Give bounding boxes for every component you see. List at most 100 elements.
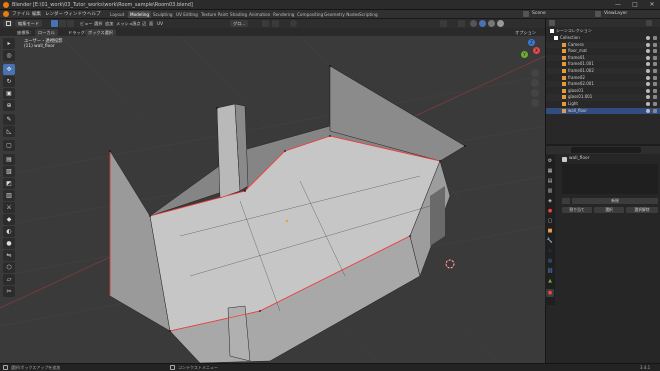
outliner-scene-collection[interactable]: シーンコレクション bbox=[546, 28, 660, 34]
3d-cursor-icon[interactable] bbox=[445, 259, 455, 269]
outliner-item-frame02[interactable]: frame02 bbox=[546, 75, 660, 81]
menu-select[interactable]: 選択 bbox=[94, 20, 102, 27]
render-camera-icon[interactable] bbox=[653, 36, 657, 40]
render-camera-icon[interactable] bbox=[653, 82, 657, 87]
render-tab-icon[interactable]: ▦ bbox=[546, 167, 554, 175]
select-button[interactable]: 選択 bbox=[594, 207, 624, 213]
render-camera-icon[interactable] bbox=[653, 42, 657, 47]
outliner-item-floor-mat[interactable]: floor_mat bbox=[546, 48, 660, 54]
add-cube-tool-icon[interactable]: ▢ bbox=[3, 140, 15, 151]
orientation-dropdown[interactable]: ローカル bbox=[35, 29, 58, 36]
menu-face[interactable]: 面 bbox=[149, 20, 153, 27]
gizmo-z-axis[interactable]: Z bbox=[528, 39, 535, 46]
workspace-tab-modeling[interactable]: Modeling bbox=[128, 11, 152, 18]
render-camera-icon[interactable] bbox=[653, 88, 657, 93]
transform-orientation-dropdown[interactable]: グロ... bbox=[230, 20, 249, 27]
outliner-item-frame01-002[interactable]: frame01.002 bbox=[546, 68, 660, 75]
material-slot-list[interactable] bbox=[562, 164, 658, 194]
particles-tab-icon[interactable]: ∴ bbox=[546, 247, 554, 255]
mode-dropdown[interactable]: 編集モード bbox=[15, 20, 42, 27]
move-tool-icon[interactable]: ✥ bbox=[3, 64, 15, 75]
visibility-eye-icon[interactable] bbox=[646, 88, 650, 93]
outliner-item-camera[interactable]: Camera bbox=[546, 41, 660, 48]
snap-icon[interactable] bbox=[272, 20, 279, 27]
visibility-eye-icon[interactable] bbox=[646, 75, 650, 80]
workspace-tab-animation[interactable]: Animation bbox=[247, 11, 272, 18]
scene-name[interactable]: Scene bbox=[532, 11, 546, 16]
render-camera-icon[interactable] bbox=[653, 49, 657, 54]
visibility-eye-icon[interactable] bbox=[646, 62, 650, 67]
menu-vertex[interactable]: 頂点 bbox=[132, 20, 140, 27]
render-camera-icon[interactable] bbox=[653, 75, 657, 80]
minimize-button[interactable]: — bbox=[610, 1, 626, 9]
gizmo-y-axis[interactable]: Y bbox=[521, 51, 528, 58]
workspace-tab-texture-paint[interactable]: Texture Paint bbox=[199, 11, 230, 18]
close-button[interactable]: ✕ bbox=[644, 1, 660, 9]
outliner-item-wall-floor[interactable]: wall_floor bbox=[546, 107, 660, 114]
material-shading-icon[interactable] bbox=[488, 20, 495, 27]
render-camera-icon[interactable] bbox=[653, 62, 657, 67]
workspace-tab-compositing[interactable]: Compositing bbox=[295, 11, 325, 18]
visibility-eye-icon[interactable] bbox=[646, 69, 650, 73]
blender-menu-icon[interactable] bbox=[3, 11, 9, 17]
wireframe-shading-icon[interactable] bbox=[470, 20, 477, 27]
loop-cut-tool-icon[interactable]: ▥ bbox=[3, 190, 15, 201]
workspace-tab-rendering[interactable]: Rendering bbox=[271, 11, 296, 18]
editor-type-button[interactable] bbox=[3, 20, 13, 27]
new-material-button[interactable]: 新規 bbox=[572, 198, 658, 204]
menu-edit[interactable]: 編集 bbox=[32, 11, 41, 17]
visibility-eye-icon[interactable] bbox=[646, 55, 650, 60]
workspace-tab-geometry-nodes[interactable]: Geometry Nodes bbox=[322, 11, 361, 18]
xray-icon[interactable] bbox=[458, 20, 465, 27]
output-tab-icon[interactable]: ▤ bbox=[546, 177, 554, 185]
pan-icon[interactable] bbox=[531, 79, 539, 87]
rip-tool-icon[interactable]: ✂ bbox=[3, 286, 15, 297]
perspective-toggle-icon[interactable] bbox=[531, 99, 539, 107]
shrink-fatten-tool-icon[interactable]: ⬡ bbox=[3, 262, 15, 273]
outliner-editor-icon[interactable] bbox=[549, 20, 555, 26]
menu-uv[interactable]: UV bbox=[157, 20, 163, 27]
properties-search[interactable] bbox=[571, 147, 641, 153]
menu-mesh[interactable]: メッシュ bbox=[116, 20, 133, 27]
cursor-tool-icon[interactable]: ◎ bbox=[3, 50, 15, 61]
outliner-item-frame01-001[interactable]: frame01.001 bbox=[546, 61, 660, 67]
visibility-eye-icon[interactable] bbox=[646, 108, 650, 113]
menu-window[interactable]: ウィンドウ bbox=[64, 11, 87, 17]
visibility-eye-icon[interactable] bbox=[646, 95, 650, 100]
visibility-eye-icon[interactable] bbox=[646, 102, 650, 106]
outliner-item-collection[interactable]: Collection bbox=[546, 35, 660, 41]
outliner-item-frame01[interactable]: frame01 bbox=[546, 54, 660, 62]
annotate-tool-icon[interactable]: ✎ bbox=[3, 114, 15, 125]
workspace-tab-sculpting[interactable]: Sculpting bbox=[151, 11, 175, 18]
menu-add[interactable]: 追加 bbox=[105, 20, 113, 27]
options-dropdown[interactable]: オプション bbox=[515, 29, 536, 36]
view-layer-tab-icon[interactable]: ▥ bbox=[546, 187, 554, 195]
vertex-select-icon[interactable] bbox=[51, 20, 58, 27]
outliner-item-glass01-001[interactable]: glass01.001 bbox=[546, 94, 660, 101]
poly-build-tool-icon[interactable]: ◆ bbox=[3, 214, 15, 225]
visibility-eye-icon[interactable] bbox=[646, 82, 650, 87]
outliner-item-light[interactable]: Light bbox=[546, 101, 660, 107]
inset-tool-icon[interactable]: ▧ bbox=[3, 166, 15, 177]
rendered-shading-icon[interactable] bbox=[497, 20, 504, 27]
render-camera-icon[interactable] bbox=[653, 55, 657, 60]
face-select-icon[interactable] bbox=[67, 20, 74, 27]
extrude-tool-icon[interactable]: ▤ bbox=[3, 154, 15, 165]
visibility-eye-icon[interactable] bbox=[646, 36, 650, 40]
edge-select-icon[interactable] bbox=[59, 20, 66, 27]
deselect-button[interactable]: 選択解除 bbox=[626, 207, 658, 213]
render-camera-icon[interactable] bbox=[653, 69, 657, 73]
zoom-icon[interactable] bbox=[531, 69, 539, 77]
outliner-item-frame02-001[interactable]: frame02.001 bbox=[546, 81, 660, 88]
menu-file[interactable]: ファイル bbox=[12, 11, 30, 17]
view-layer-name[interactable]: ViewLayer bbox=[604, 11, 627, 16]
knife-tool-icon[interactable]: ⚔ bbox=[3, 202, 15, 213]
scene-tab-icon[interactable]: ◈ bbox=[546, 197, 554, 205]
physics-tab-icon[interactable]: ◎ bbox=[546, 257, 554, 265]
filter-icon[interactable] bbox=[646, 20, 652, 26]
menu-help[interactable]: ヘルプ bbox=[87, 11, 101, 17]
navigation-gizmo[interactable]: X Z Y bbox=[517, 39, 543, 65]
render-camera-icon[interactable] bbox=[653, 102, 657, 106]
pivot-icon[interactable] bbox=[262, 20, 269, 27]
constraints-tab-icon[interactable]: ⛓ bbox=[546, 267, 554, 275]
